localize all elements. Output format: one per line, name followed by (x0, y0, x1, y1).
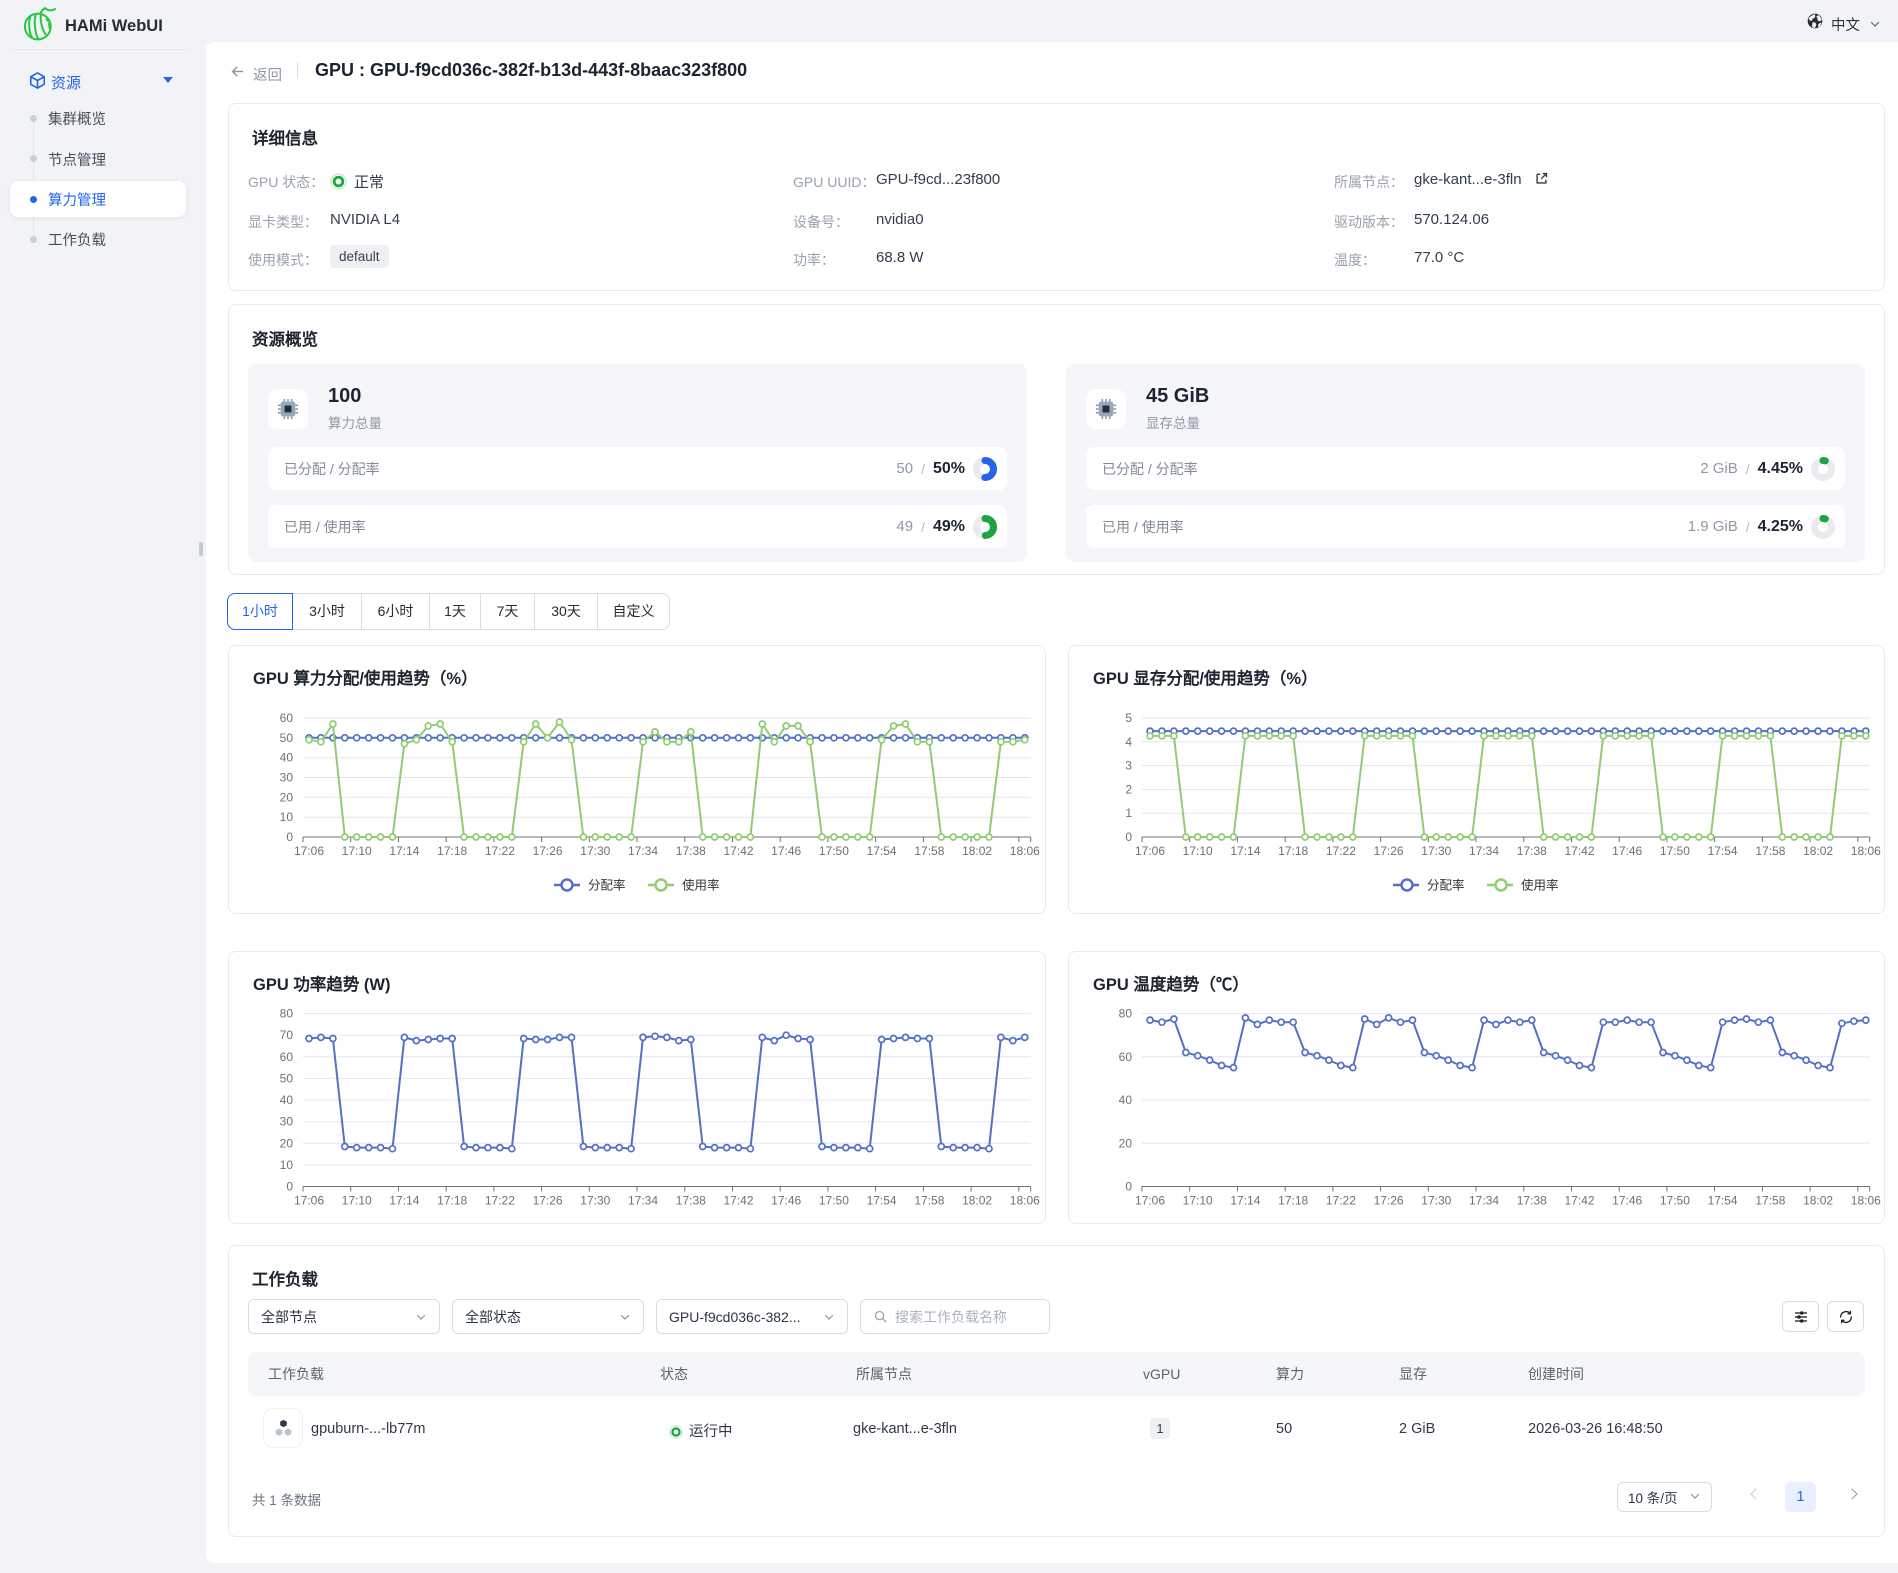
svg-text:18:06: 18:06 (1010, 1194, 1040, 1208)
svg-text:60: 60 (280, 711, 294, 725)
svg-text:0: 0 (1125, 830, 1132, 844)
svg-text:60: 60 (1119, 1050, 1133, 1064)
svg-text:使用率: 使用率 (1521, 878, 1559, 893)
svg-text:分配率: 分配率 (588, 878, 626, 893)
svg-text:17:58: 17:58 (1755, 844, 1785, 858)
svg-text:17:10: 17:10 (342, 844, 372, 858)
svg-text:17:58: 17:58 (914, 1194, 944, 1208)
svg-text:30: 30 (280, 771, 294, 785)
svg-text:17:18: 17:18 (1278, 844, 1308, 858)
svg-text:17:38: 17:38 (676, 844, 706, 858)
svg-text:17:38: 17:38 (1517, 1194, 1547, 1208)
svg-text:17:50: 17:50 (1660, 844, 1690, 858)
svg-text:50: 50 (280, 731, 294, 745)
svg-text:17:54: 17:54 (867, 1194, 897, 1208)
svg-text:17:26: 17:26 (533, 844, 563, 858)
svg-text:17:34: 17:34 (1469, 1194, 1499, 1208)
svg-text:17:06: 17:06 (294, 844, 324, 858)
svg-text:17:50: 17:50 (819, 844, 849, 858)
svg-text:17:06: 17:06 (1135, 844, 1165, 858)
svg-text:分配率: 分配率 (1427, 878, 1465, 893)
svg-text:5: 5 (1125, 711, 1132, 725)
svg-text:40: 40 (1119, 1093, 1133, 1107)
svg-text:18:06: 18:06 (1010, 844, 1040, 858)
svg-text:GPU 温度趋势（℃）: GPU 温度趋势（℃） (1093, 974, 1249, 994)
svg-text:使用率: 使用率 (682, 878, 720, 893)
svg-text:50: 50 (280, 1071, 294, 1085)
svg-text:80: 80 (1119, 1007, 1133, 1021)
svg-text:17:54: 17:54 (867, 844, 897, 858)
svg-text:GPU 显存分配/使用趋势（%）: GPU 显存分配/使用趋势（%） (1093, 668, 1318, 688)
svg-text:17:30: 17:30 (1421, 1194, 1451, 1208)
svg-text:17:14: 17:14 (389, 844, 419, 858)
svg-text:17:10: 17:10 (1183, 844, 1213, 858)
svg-text:2: 2 (1125, 782, 1132, 796)
svg-text:30: 30 (280, 1115, 294, 1129)
svg-text:17:50: 17:50 (819, 1194, 849, 1208)
svg-text:17:14: 17:14 (1230, 844, 1260, 858)
svg-text:10: 10 (280, 810, 294, 824)
svg-text:17:22: 17:22 (1326, 844, 1356, 858)
svg-text:17:26: 17:26 (533, 1194, 563, 1208)
svg-text:17:06: 17:06 (1135, 1194, 1165, 1208)
svg-text:40: 40 (280, 1093, 294, 1107)
svg-text:17:14: 17:14 (1230, 1194, 1260, 1208)
svg-text:17:22: 17:22 (1326, 1194, 1356, 1208)
svg-text:20: 20 (280, 1136, 294, 1150)
svg-text:17:26: 17:26 (1374, 844, 1404, 858)
svg-text:1: 1 (1125, 806, 1132, 820)
svg-text:17:34: 17:34 (628, 1194, 658, 1208)
svg-text:17:42: 17:42 (1564, 1194, 1594, 1208)
svg-text:17:46: 17:46 (1612, 844, 1642, 858)
svg-text:60: 60 (280, 1050, 294, 1064)
svg-text:17:26: 17:26 (1374, 1194, 1404, 1208)
svg-text:17:14: 17:14 (389, 1194, 419, 1208)
svg-text:3: 3 (1125, 759, 1132, 773)
svg-text:17:42: 17:42 (723, 1194, 753, 1208)
svg-text:17:50: 17:50 (1660, 1194, 1690, 1208)
svg-text:17:54: 17:54 (1708, 844, 1738, 858)
svg-text:GPU 算力分配/使用趋势（%）: GPU 算力分配/使用趋势（%） (253, 668, 478, 688)
svg-text:17:30: 17:30 (580, 844, 610, 858)
svg-text:17:38: 17:38 (1517, 844, 1547, 858)
svg-text:17:10: 17:10 (1183, 1194, 1213, 1208)
svg-text:17:18: 17:18 (1278, 1194, 1308, 1208)
svg-text:17:34: 17:34 (628, 844, 658, 858)
svg-text:17:06: 17:06 (294, 1194, 324, 1208)
svg-text:18:06: 18:06 (1851, 844, 1881, 858)
svg-text:17:54: 17:54 (1708, 1194, 1738, 1208)
svg-text:17:22: 17:22 (485, 1194, 515, 1208)
svg-text:17:42: 17:42 (1564, 844, 1594, 858)
svg-text:17:46: 17:46 (1612, 1194, 1642, 1208)
svg-text:17:46: 17:46 (771, 1194, 801, 1208)
svg-text:17:42: 17:42 (723, 844, 753, 858)
svg-text:40: 40 (280, 751, 294, 765)
svg-text:17:18: 17:18 (437, 844, 467, 858)
svg-text:17:58: 17:58 (1755, 1194, 1785, 1208)
svg-text:80: 80 (280, 1007, 294, 1021)
svg-text:17:30: 17:30 (580, 1194, 610, 1208)
svg-text:17:22: 17:22 (485, 844, 515, 858)
svg-text:18:02: 18:02 (962, 1194, 992, 1208)
svg-text:18:02: 18:02 (962, 844, 992, 858)
svg-text:17:46: 17:46 (771, 844, 801, 858)
svg-text:20: 20 (280, 790, 294, 804)
svg-text:18:02: 18:02 (1803, 844, 1833, 858)
svg-text:17:30: 17:30 (1421, 844, 1451, 858)
svg-text:20: 20 (1119, 1136, 1133, 1150)
svg-text:GPU 功率趋势 (W): GPU 功率趋势 (W) (253, 974, 391, 994)
svg-text:70: 70 (280, 1028, 294, 1042)
svg-text:10: 10 (280, 1158, 294, 1172)
svg-text:17:18: 17:18 (437, 1194, 467, 1208)
svg-text:0: 0 (286, 830, 293, 844)
svg-text:0: 0 (1125, 1180, 1132, 1194)
svg-text:17:34: 17:34 (1469, 844, 1499, 858)
svg-text:0: 0 (286, 1180, 293, 1194)
svg-text:17:58: 17:58 (914, 844, 944, 858)
svg-text:18:02: 18:02 (1803, 1194, 1833, 1208)
svg-text:17:10: 17:10 (342, 1194, 372, 1208)
svg-text:18:06: 18:06 (1851, 1194, 1881, 1208)
svg-text:4: 4 (1125, 735, 1132, 749)
svg-text:17:38: 17:38 (676, 1194, 706, 1208)
